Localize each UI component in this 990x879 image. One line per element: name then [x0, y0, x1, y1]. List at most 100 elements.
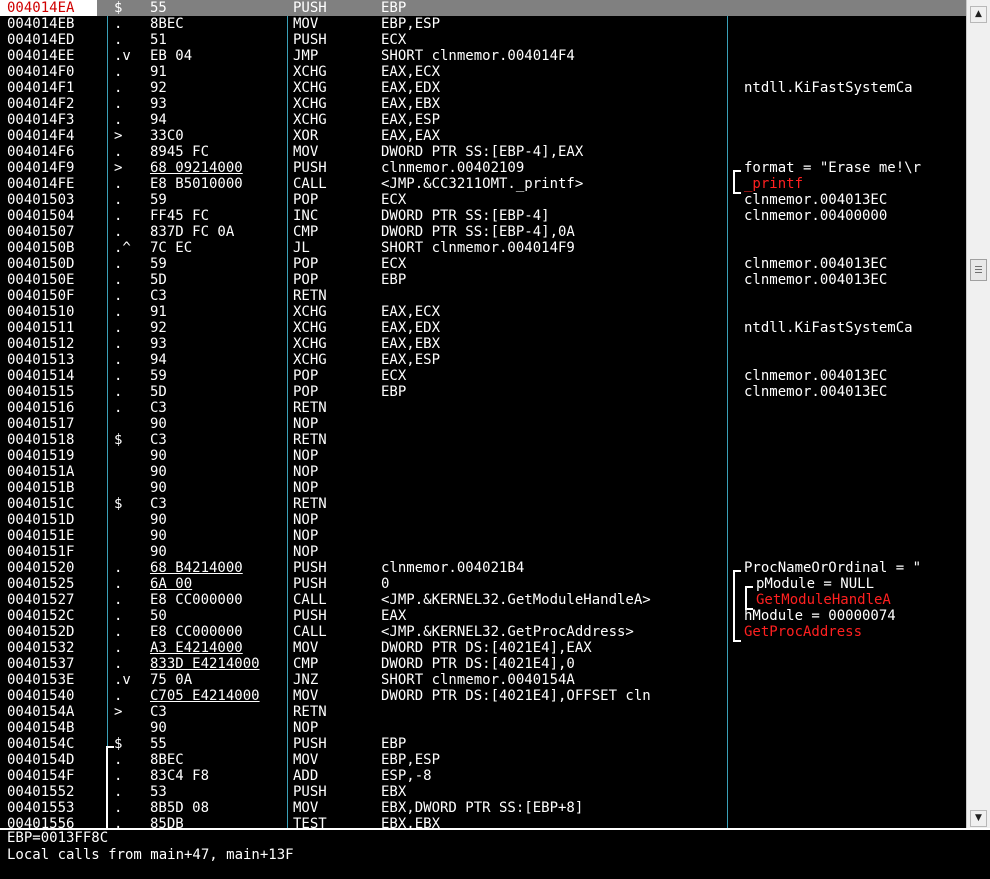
disasm-row[interactable]: 00401511. 92 XCHG EAX,EDX ntdll.KiFastSystem…: [0, 320, 966, 336]
vertical-scrollbar[interactable]: ▲ ▼: [966, 0, 990, 828]
disasm-row[interactable]: 0040151A 90 NOP: [0, 464, 966, 480]
disasm-row[interactable]: 00401537. 833D E4214000 CMP DWORD PTR DS:[4…: [0, 656, 966, 672]
marker-cell: .: [114, 384, 123, 400]
operands-cell: clnmemor.004021B4: [381, 560, 525, 576]
mnemonic-cell: MOV: [293, 144, 319, 160]
disasm-row[interactable]: 00401503. 59 POP ECX clnmemor.004013EC: [0, 192, 966, 208]
marker-cell: $: [114, 0, 123, 16]
disasm-row[interactable]: 0040150E. 5D POP EBP clnmemor.004013EC: [0, 272, 966, 288]
disasm-row[interactable]: 00401513. 94 XCHG EAX,ESP: [0, 352, 966, 368]
disasm-row[interactable]: 004014F6. 8945 FC MOV DWORD PTR SS:[EBP-4],…: [0, 144, 966, 160]
disasm-row[interactable]: 0040154B 90 NOP: [0, 720, 966, 736]
disasm-row-selected[interactable]: 004014EA $55 PUSH EBP: [0, 0, 966, 16]
disasm-row[interactable]: 004014F9 >68 09214000 PUSH clnmemor.0040210…: [0, 160, 966, 176]
disasm-row[interactable]: 0040150F. C3 RETN: [0, 288, 966, 304]
disasm-row[interactable]: 0040153E .v 75 0A JNZ SHORT clnmemor.0040154…: [0, 672, 966, 688]
disasm-row[interactable]: 00401516. C3 RETN: [0, 400, 966, 416]
operands-cell: EAX,ESP: [381, 352, 441, 368]
address-cell: 0040151F: [7, 544, 75, 560]
disasm-row[interactable]: 00401507. 837D FC 0A CMP DWORD PTR SS:[EBP-…: [0, 224, 966, 240]
disasm-row[interactable]: 00401504. FF45 FC INC DWORD PTR SS:[EBP-4] c…: [0, 208, 966, 224]
scroll-down-icon[interactable]: ▼: [970, 810, 987, 827]
operands-cell: ECX: [381, 32, 407, 48]
disasm-row[interactable]: 00401519 90 NOP: [0, 448, 966, 464]
marker-cell: .: [114, 624, 123, 640]
address-cell: 0040154A: [7, 704, 75, 720]
disasm-row[interactable]: 00401527. E8 CC000000 CALL <JMP.&KERNEL32.G…: [0, 592, 966, 608]
hex-dump-cell: 85DB: [150, 816, 184, 828]
hex-dump-cell: 59: [150, 368, 167, 384]
disasm-row[interactable]: 00401552. 53 PUSH EBX: [0, 784, 966, 800]
hex-dump-cell: 6A 00: [150, 576, 193, 592]
scroll-up-icon[interactable]: ▲: [970, 6, 987, 23]
disasm-row[interactable]: 0040151E 90 NOP: [0, 528, 966, 544]
disasm-row[interactable]: 00401520. 68 B4214000 PUSH clnmemor.004021B…: [0, 560, 966, 576]
operands-cell: EBP: [381, 272, 407, 288]
disasm-row[interactable]: 0040152D. E8 CC000000 CALL <JMP.&KERNEL32.G…: [0, 624, 966, 640]
marker-cell: .: [114, 576, 123, 592]
disasm-row[interactable]: 004014EB. 8BEC MOV EBP,ESP: [0, 16, 966, 32]
disasm-row[interactable]: 0040150D. 59 POP ECX clnmemor.004013EC: [0, 256, 966, 272]
hex-dump-cell: A3 E4214000: [150, 640, 243, 656]
address-cell: 0040151E: [7, 528, 75, 544]
address-cell: 0040152C: [7, 608, 75, 624]
disasm-row[interactable]: 004014F1. 92 XCHG EAX,EDX ntdll.KiFastSystem…: [0, 80, 966, 96]
disasm-row[interactable]: 0040151F 90 NOP: [0, 544, 966, 560]
hex-dump-cell: 93: [150, 336, 167, 352]
marker-cell: .: [114, 320, 123, 336]
mnemonic-cell: PUSH: [293, 576, 327, 592]
comment-bracket: [733, 570, 741, 642]
disasm-row[interactable]: 00401532. A3 E4214000 MOV DWORD PTR DS:[402…: [0, 640, 966, 656]
disasm-row[interactable]: 0040150B .^ 7C EC JL SHORT clnmemor.004014F9: [0, 240, 966, 256]
scroll-thumb[interactable]: [970, 259, 987, 281]
address-cell: 00401503: [7, 192, 75, 208]
marker-cell: .: [114, 288, 123, 304]
marker-cell: .: [114, 192, 123, 208]
address-cell: 00401552: [7, 784, 75, 800]
address-cell: 004014F4: [7, 128, 75, 144]
disasm-row[interactable]: 00401556. 85DB TEST EBX,EBX: [0, 816, 966, 828]
comment-cell: hModule = 00000074: [744, 608, 896, 624]
disasm-row[interactable]: 00401510. 91 XCHG EAX,ECX: [0, 304, 966, 320]
disassembly-pane[interactable]: 004014EA $55 PUSH EBP 004014EB. 8BEC MOV EBP,ES…: [0, 0, 966, 828]
address-cell: 004014F0: [7, 64, 75, 80]
disasm-row[interactable]: 0040154D. 8BEC MOV EBP,ESP: [0, 752, 966, 768]
operands-cell: DWORD PTR DS:[4021E4],EAX: [381, 640, 592, 656]
disasm-row[interactable]: 0040154F. 83C4 F8 ADD ESP,-8: [0, 768, 966, 784]
disasm-row[interactable]: 00401514. 59 POP ECX clnmemor.004013EC: [0, 368, 966, 384]
disasm-row[interactable]: 004014ED. 51 PUSH ECX: [0, 32, 966, 48]
disasm-row[interactable]: 004014F3. 94 XCHG EAX,ESP: [0, 112, 966, 128]
disasm-row[interactable]: 0040154A > C3 RETN: [0, 704, 966, 720]
disasm-row[interactable]: 00401515. 5D POP EBP clnmemor.004013EC: [0, 384, 966, 400]
marker-cell: .: [114, 96, 123, 112]
disasm-row[interactable]: 00401525. 6A 00 PUSH 0 pModule = NULL: [0, 576, 966, 592]
disasm-row[interactable]: 0040151C $ C3 RETN: [0, 496, 966, 512]
operands-cell: SHORT clnmemor.004014F9: [381, 240, 575, 256]
disasm-row[interactable]: 00401512. 93 XCHG EAX,EBX: [0, 336, 966, 352]
disasm-row[interactable]: 00401517 90 NOP: [0, 416, 966, 432]
disasm-row[interactable]: 00401553. 8B5D 08 MOV EBX,DWORD PTR SS:[EBP…: [0, 800, 966, 816]
operands-cell: DWORD PTR SS:[EBP-4],0A: [381, 224, 575, 240]
hex-dump-cell: 90: [150, 544, 167, 560]
address-cell: 004014FE: [7, 176, 75, 192]
disasm-row[interactable]: 004014FE. E8 B5010000 CALL <JMP.&CC3211OMT.…: [0, 176, 966, 192]
address-cell: 0040151D: [7, 512, 75, 528]
disasm-row[interactable]: 004014F2. 93 XCHG EAX,EBX: [0, 96, 966, 112]
marker-cell: .: [114, 208, 123, 224]
marker-cell: .^: [114, 240, 131, 256]
disasm-row[interactable]: 0040151B 90 NOP: [0, 480, 966, 496]
operands-cell: SHORT clnmemor.0040154A: [381, 672, 575, 688]
disasm-row[interactable]: 00401540. C705 E4214000 MOV DWORD PTR DS:[4…: [0, 688, 966, 704]
disasm-row[interactable]: 00401518 $ C3 RETN: [0, 432, 966, 448]
disasm-row[interactable]: 004014F4 >33C0 XOR EAX,EAX: [0, 128, 966, 144]
disasm-row[interactable]: 004014EE .v EB 04 JMP SHORT clnmemor.004014F…: [0, 48, 966, 64]
mnemonic-cell: CMP: [293, 224, 319, 240]
disasm-row[interactable]: 0040154C $55 PUSH EBP: [0, 736, 966, 752]
hex-dump-cell: 8B5D 08: [150, 800, 210, 816]
hex-dump-cell: 5D: [150, 384, 167, 400]
disasm-row[interactable]: 0040151D 90 NOP: [0, 512, 966, 528]
hex-dump-cell: 90: [150, 512, 167, 528]
address-cell: 0040150D: [7, 256, 75, 272]
disasm-row[interactable]: 004014F0. 91 XCHG EAX,ECX: [0, 64, 966, 80]
disasm-row[interactable]: 0040152C. 50 PUSH EAX hModule = 00000074: [0, 608, 966, 624]
